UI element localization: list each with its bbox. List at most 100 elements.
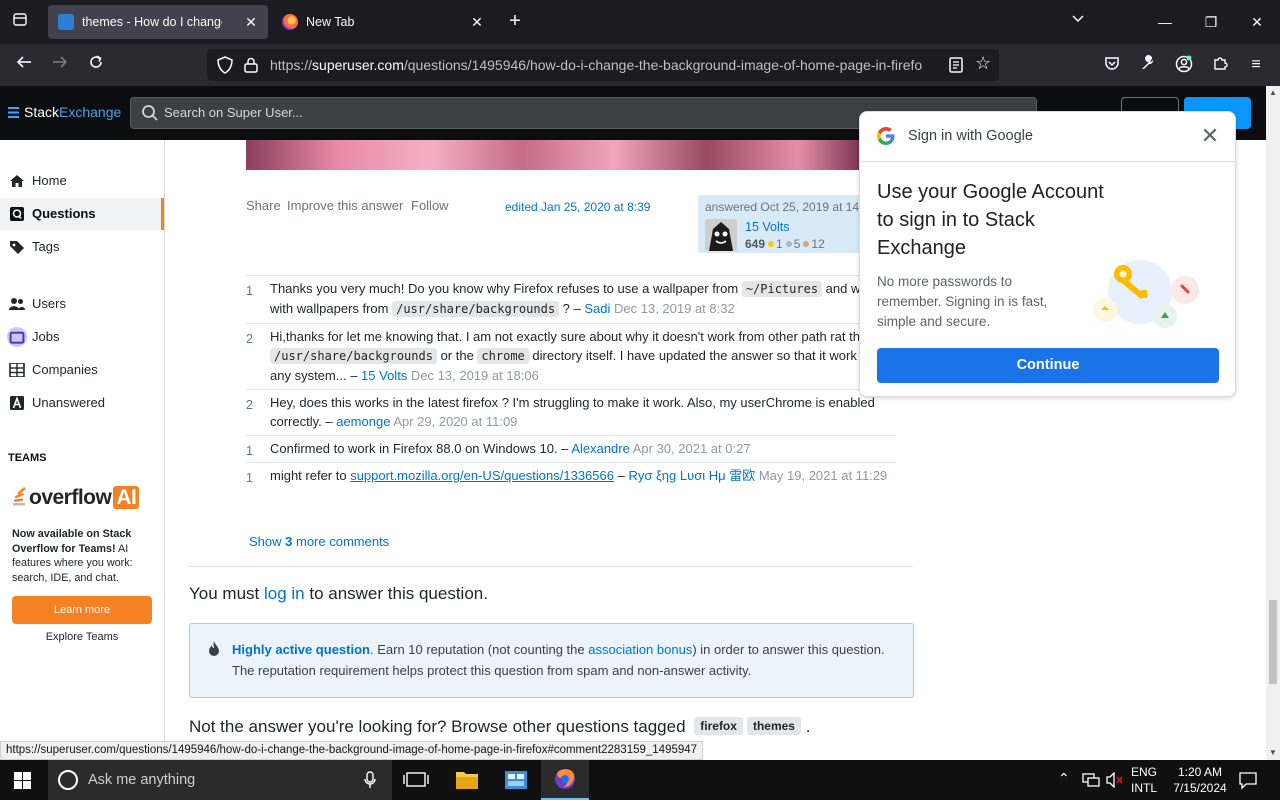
follow-link[interactable]: Follow — [411, 198, 449, 213]
close-icon[interactable]: ✕ — [1200, 125, 1220, 147]
avatar[interactable] — [705, 219, 737, 251]
window-close-icon[interactable]: ✕ — [1247, 10, 1267, 34]
wrench-icon[interactable] — [1138, 55, 1158, 75]
microphone-icon[interactable] — [364, 771, 376, 789]
must-login-text: You must log in to answer this question. — [189, 584, 488, 604]
windows-start-icon[interactable] — [8, 770, 36, 792]
sidebar-item-questions[interactable]: Questions — [0, 198, 164, 230]
share-link[interactable]: Share — [246, 198, 281, 213]
url-path: /questions/1495946/how-do-i-change-the-b… — [403, 57, 923, 73]
not-the-answer-text: Not the answer you're looking for? Brows… — [189, 717, 810, 737]
tab-new-tab[interactable]: New Tab ✕ — [272, 5, 494, 39]
comment-code: chrome — [477, 348, 529, 364]
tab-superuser[interactable]: themes - How do I change the ✕ — [48, 5, 268, 39]
page-scrollbar[interactable]: ▲ ▼ — [1266, 86, 1280, 760]
sidebar-item-label: Companies — [32, 362, 98, 377]
comment-score: 2 — [246, 398, 253, 412]
url-text[interactable]: https://superuser.com/questions/1495946/… — [270, 49, 940, 81]
tag-icon — [10, 241, 24, 254]
show-more-comments-link[interactable]: Show 3 more comments — [249, 534, 389, 549]
firefox-taskbar-icon[interactable] — [541, 760, 589, 800]
improve-answer-link[interactable]: Improve this answer — [287, 198, 403, 213]
stack-overflow-logo-icon — [13, 487, 26, 506]
tab-title: themes - How do I change the — [82, 15, 222, 29]
comment-date-link[interactable]: Dec 13, 2019 at 18:06 — [407, 368, 539, 383]
comment-date-link[interactable]: May 19, 2021 at 11:29 — [755, 468, 887, 483]
sidebar-item-companies[interactable]: Companies — [0, 354, 164, 386]
cortana-circle-icon — [58, 770, 78, 790]
close-tab-icon[interactable]: ✕ — [468, 5, 486, 39]
forward-arrow-icon[interactable] — [48, 53, 72, 77]
tray-chevron-up-icon[interactable]: ⌃ — [1058, 770, 1070, 787]
sidebar-item-jobs[interactable]: Jobs — [0, 321, 164, 353]
answered-time: answered Oct 25, 2019 at 14:1 — [705, 200, 870, 214]
lock-icon[interactable] — [244, 57, 258, 73]
comment-row: 1 Confirmed to work in Firefox 88.0 on Wi… — [246, 435, 896, 462]
scrollbar-thumb[interactable] — [1269, 600, 1277, 684]
flame-icon — [209, 641, 219, 656]
silver-badge-icon — [785, 241, 792, 247]
extensions-puzzle-icon[interactable] — [1210, 55, 1230, 75]
cortana-search-box[interactable]: Ask me anything — [48, 760, 392, 800]
comment-user-link[interactable]: Sadi — [584, 301, 610, 316]
volume-muted-icon[interactable] — [1106, 771, 1124, 791]
tracking-protection-shield-icon[interactable] — [216, 56, 234, 74]
scroll-down-arrow-icon[interactable]: ▼ — [1269, 748, 1277, 757]
highly-active-link[interactable]: Highly active question — [232, 642, 370, 657]
comment-user-link[interactable]: aemonge — [336, 414, 390, 429]
tag-themes[interactable]: themes — [746, 717, 801, 735]
file-explorer-icon[interactable] — [443, 760, 491, 800]
edited-link[interactable]: edited Jan 25, 2020 at 8:39 — [505, 200, 650, 214]
sidebar-item-label: Tags — [32, 239, 60, 254]
show-more-suffix: more comments — [292, 534, 390, 549]
tab-list-icon[interactable] — [8, 10, 32, 34]
comment-user-link[interactable]: 15 Volts — [361, 368, 407, 383]
sidebar-item-tags[interactable]: Tags — [0, 231, 164, 263]
promo-bold: Now available on Stack Overflow for Team… — [12, 528, 132, 555]
task-view-icon[interactable] — [392, 760, 440, 800]
network-icon[interactable] — [1082, 772, 1100, 791]
sidebar-item-users[interactable]: Users — [0, 288, 164, 320]
association-bonus-link[interactable]: association bonus — [588, 642, 692, 657]
comment-user-link[interactable]: Ryσ ξηg Lυσι Hμ 雷欧 — [628, 468, 755, 483]
restore-icon[interactable]: ❐ — [1201, 10, 1221, 34]
taskbar-clock[interactable]: 1:20 AM 7/15/2024 — [1160, 764, 1240, 796]
back-arrow-icon[interactable] — [12, 53, 36, 77]
tag-firefox[interactable]: firefox — [694, 717, 743, 735]
new-tab-plus-icon[interactable]: + — [504, 10, 526, 34]
pocket-icon[interactable] — [1102, 55, 1122, 75]
hamburger-menu-icon[interactable]: ≡ — [1246, 55, 1266, 75]
answerer-name-link[interactable]: 15 Volts — [745, 220, 789, 234]
comment-date-link[interactable]: Apr 30, 2021 at 0:27 — [630, 441, 751, 456]
comment-user-link[interactable]: Alexandre — [571, 441, 630, 456]
account-icon[interactable] — [1174, 55, 1194, 75]
stackexchange-logo[interactable]: StackExchange — [8, 104, 121, 120]
overflow-ai-logo: overflow AI — [12, 485, 140, 510]
action-center-icon[interactable] — [1238, 770, 1258, 793]
language-indicator[interactable]: ENG INTL — [1128, 764, 1160, 796]
comment-text: Hi,thanks for let me knowing that. I am … — [270, 329, 875, 344]
url-bar[interactable]: https://superuser.com/questions/1495946/… — [207, 49, 999, 81]
comment-text: Confirmed to work in Firefox 88.0 on Win… — [270, 441, 572, 456]
learn-more-button[interactable]: Learn more — [12, 596, 152, 624]
reader-view-icon[interactable] — [947, 56, 965, 74]
sidebar-item-home[interactable]: Home — [0, 165, 164, 197]
comment-date-link[interactable]: Dec 13, 2019 at 8:32 — [610, 301, 735, 316]
google-sign-in-popup: Sign in with Google ✕ Use your Google Ac… — [859, 111, 1236, 397]
sidebar-item-label: Home — [32, 173, 67, 188]
comment-date-link[interactable]: Apr 29, 2020 at 11:09 — [390, 414, 517, 429]
explore-teams-link[interactable]: Explore Teams — [12, 631, 152, 643]
search-placeholder: Search on Super User... — [164, 105, 303, 120]
control-panel-icon[interactable] — [492, 760, 540, 800]
sidebar-item-unanswered[interactable]: Unanswered — [0, 387, 164, 419]
sidebar-item-label: Questions — [32, 206, 96, 221]
comment-external-link[interactable]: support.mozilla.org/en-US/questions/1336… — [350, 468, 614, 483]
close-tab-icon[interactable]: ✕ — [242, 5, 260, 39]
minimize-icon[interactable]: — — [1155, 10, 1175, 34]
tab-overflow-chevron-icon[interactable] — [1072, 12, 1084, 26]
log-in-link[interactable]: log in — [264, 584, 305, 603]
reload-icon[interactable] — [84, 53, 108, 77]
bookmark-star-icon[interactable]: ☆ — [975, 53, 991, 74]
scroll-up-arrow-icon[interactable]: ▲ — [1269, 88, 1277, 97]
continue-button[interactable]: Continue — [877, 348, 1219, 383]
